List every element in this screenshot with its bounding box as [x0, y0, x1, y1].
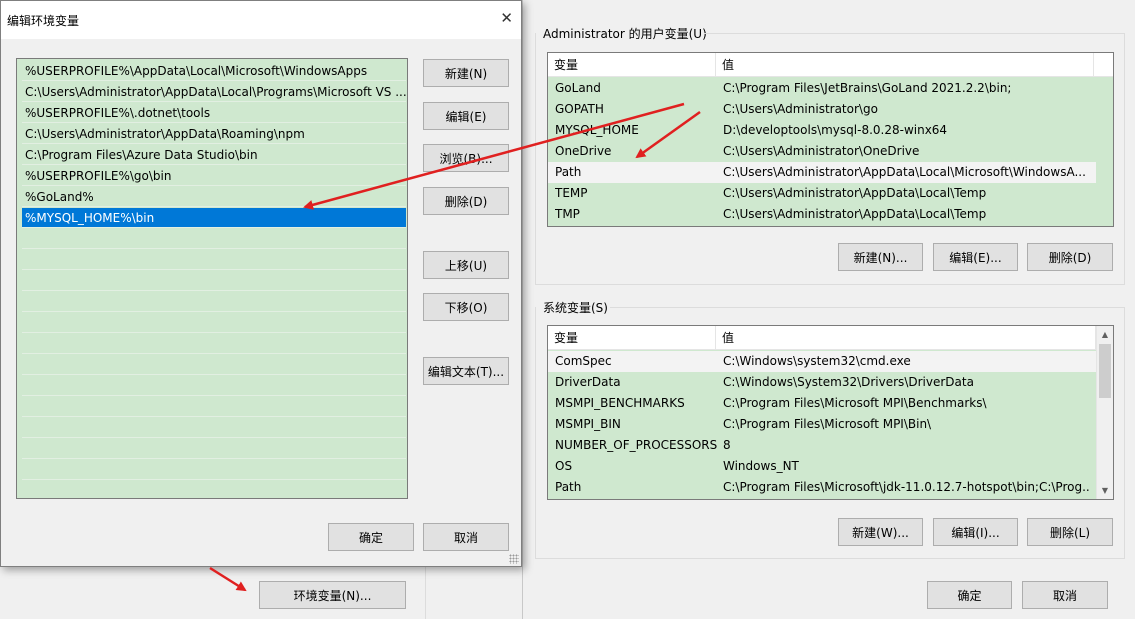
annotation-arrows — [209, 102, 701, 592]
arrow-to-path-entry — [303, 102, 685, 210]
arrow-to-path-variable — [635, 110, 701, 159]
arrow-to-env-button — [209, 566, 247, 592]
